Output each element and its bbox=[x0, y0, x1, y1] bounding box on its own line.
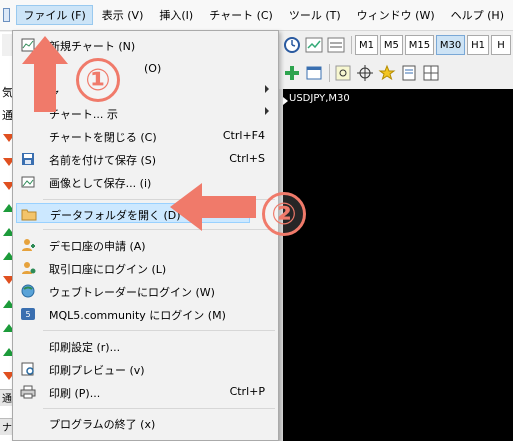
submenu-arrow-icon bbox=[265, 85, 269, 93]
menu-item-save-as[interactable]: 名前を付けて保存 (S) Ctrl+S bbox=[16, 149, 275, 169]
annotation-step-1: ① bbox=[76, 58, 120, 102]
menu-item-label: ウェブトレーダーにログイン (W) bbox=[49, 286, 215, 299]
menu-item-label: 印刷設定 (r)... bbox=[49, 341, 121, 354]
menu-item-print-setup[interactable]: 印刷設定 (r)... bbox=[16, 336, 275, 356]
menu-item-label: デモ口座の申請 (A) bbox=[49, 240, 146, 253]
menu-item-label: 名前を付けて保存 (S) bbox=[49, 154, 157, 167]
crosshair-icon[interactable] bbox=[355, 63, 375, 83]
menu-window[interactable]: ウィンドウ (W) bbox=[350, 5, 442, 25]
submenu-arrow-icon bbox=[265, 107, 269, 115]
mql5-icon: 5 bbox=[20, 306, 36, 322]
menu-item-label: プログラムの終了 (x) bbox=[49, 418, 156, 431]
drawing-toolbar bbox=[282, 60, 513, 86]
menu-item-label: 画像として保存... (i) bbox=[49, 177, 152, 190]
menu-item-shortcut: Ctrl+F4 bbox=[222, 129, 265, 142]
menu-item-shortcut: Ctrl+P bbox=[229, 385, 265, 398]
timeframe-h1[interactable]: H1 bbox=[467, 35, 489, 55]
toolbar-separator bbox=[351, 36, 352, 54]
image-icon bbox=[20, 174, 36, 190]
cursor-tool-icon[interactable] bbox=[333, 63, 353, 83]
chart-window[interactable]: USDJPY,M30 bbox=[283, 89, 513, 441]
menu-insert[interactable]: 挿入(I) bbox=[152, 5, 200, 25]
menu-item-label: 印刷プレビュー (v) bbox=[49, 364, 145, 377]
printer-icon bbox=[20, 384, 36, 400]
menu-item-print-preview[interactable]: 印刷プレビュー (v) bbox=[16, 359, 275, 379]
chart-marker-icon bbox=[283, 97, 288, 105]
menu-item-label: 印刷 (P)... bbox=[49, 387, 101, 400]
menu-view[interactable]: 表示 (V) bbox=[95, 5, 151, 25]
window-icon[interactable] bbox=[304, 63, 324, 83]
timeframe-h4[interactable]: H bbox=[490, 35, 511, 55]
star-icon[interactable] bbox=[377, 63, 397, 83]
menu-item-label: (O) bbox=[144, 62, 162, 75]
svg-text:5: 5 bbox=[25, 310, 30, 319]
timeframe-m15[interactable]: M15 bbox=[404, 35, 434, 55]
menu-item-shortcut: Ctrl+S bbox=[229, 152, 265, 165]
clock-icon[interactable] bbox=[282, 35, 302, 55]
user-add-icon bbox=[20, 237, 36, 253]
annotation-step-2: ② bbox=[262, 192, 306, 236]
folder-icon bbox=[21, 206, 37, 222]
menu-item-label: データフォルダを開く (D) bbox=[50, 209, 181, 222]
globe-icon bbox=[20, 283, 36, 299]
chart-symbol-label: USDJPY,M30 bbox=[289, 93, 350, 104]
menu-item-label: 取引口座にログイン (L) bbox=[49, 263, 167, 276]
save-icon bbox=[20, 151, 36, 167]
toolbar-separator bbox=[329, 64, 330, 82]
menu-item-webtrader-login[interactable]: ウェブトレーダーにログイン (W) bbox=[16, 281, 275, 301]
menu-item-close-chart[interactable]: チャートを閉じる (C) Ctrl+F4 bbox=[16, 126, 275, 146]
timeframe-m5[interactable]: M5 bbox=[379, 35, 403, 55]
menu-item-label: チャートを閉じる (C) bbox=[49, 131, 157, 144]
menu-tools[interactable]: ツール (T) bbox=[282, 5, 348, 25]
timeframe-m1[interactable]: M1 bbox=[355, 35, 378, 55]
menu-file[interactable]: ファイル (F) bbox=[16, 5, 93, 25]
timeframe-m30[interactable]: M30 bbox=[435, 35, 466, 55]
menu-separator bbox=[43, 408, 275, 409]
menu-bar: ファイル (F) 表示 (V) 挿入(I) チャート (C) ツール (T) ウ… bbox=[0, 0, 513, 31]
grid-icon[interactable] bbox=[421, 63, 441, 83]
menu-item-print[interactable]: 印刷 (P)... Ctrl+P bbox=[16, 382, 275, 402]
new-order-icon[interactable] bbox=[282, 63, 302, 83]
menu-item-trade-login[interactable]: 取引口座にログイン (L) bbox=[16, 258, 275, 278]
menu-chart[interactable]: チャート (C) bbox=[202, 5, 280, 25]
menu-item-mql5-login[interactable]: 5 MQL5.community にログイン (M) bbox=[16, 304, 275, 324]
menu-item-exit[interactable]: プログラムの終了 (x) bbox=[16, 413, 275, 433]
menu-separator bbox=[43, 330, 275, 331]
print-preview-icon bbox=[20, 361, 36, 377]
chart-template-icon[interactable] bbox=[304, 35, 324, 55]
chart-properties-icon[interactable] bbox=[326, 35, 346, 55]
menu-item-demo-account[interactable]: デモ口座の申請 (A) bbox=[16, 235, 275, 255]
menu-item-label: MQL5.community にログイン (M) bbox=[49, 309, 226, 322]
templates-icon[interactable] bbox=[399, 63, 419, 83]
annotation-arrow-left bbox=[170, 183, 256, 234]
menu-help[interactable]: ヘルプ (H) bbox=[444, 5, 511, 25]
timeframe-toolbar: M1 M5 M15 M30 H1 H bbox=[282, 32, 513, 58]
annotation-arrow-up bbox=[22, 36, 68, 115]
app-icon bbox=[3, 8, 11, 22]
user-login-icon bbox=[20, 260, 36, 276]
